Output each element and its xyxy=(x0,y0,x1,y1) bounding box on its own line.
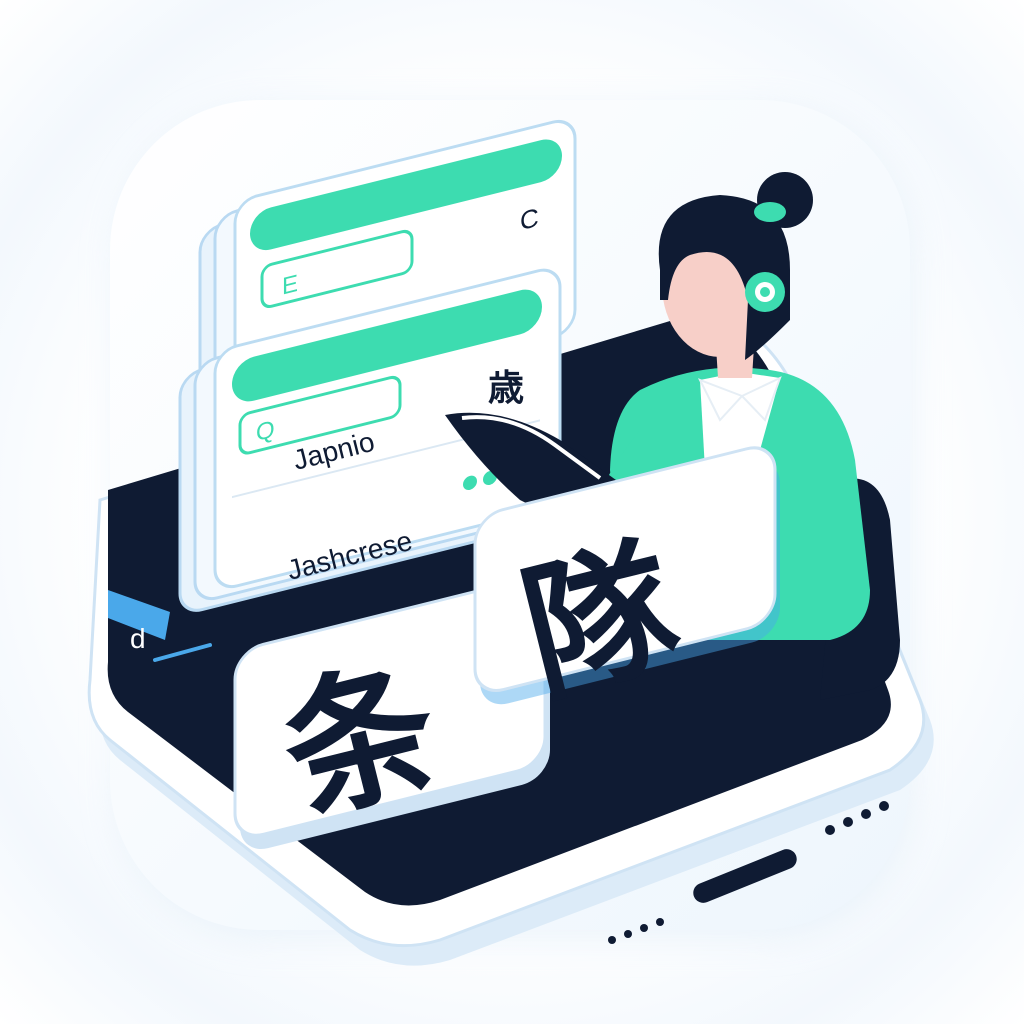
front-card-kanji: 歳 xyxy=(488,367,524,409)
person-hair-tie xyxy=(754,202,786,222)
front-card-search-glyph: Q xyxy=(256,416,275,447)
back-card-tab-label: E xyxy=(282,270,298,301)
back-card-corner-glyph: C xyxy=(520,202,539,236)
app-icon-illustration: d E C Q 歳 Japnio Jashcrese 条 隊 xyxy=(0,0,1024,1024)
headset-earcup-center xyxy=(760,287,770,297)
illustration-canvas: d E C Q 歳 Japnio Jashcrese 条 隊 xyxy=(87,100,934,966)
phone-search-glyph: d xyxy=(130,623,146,654)
